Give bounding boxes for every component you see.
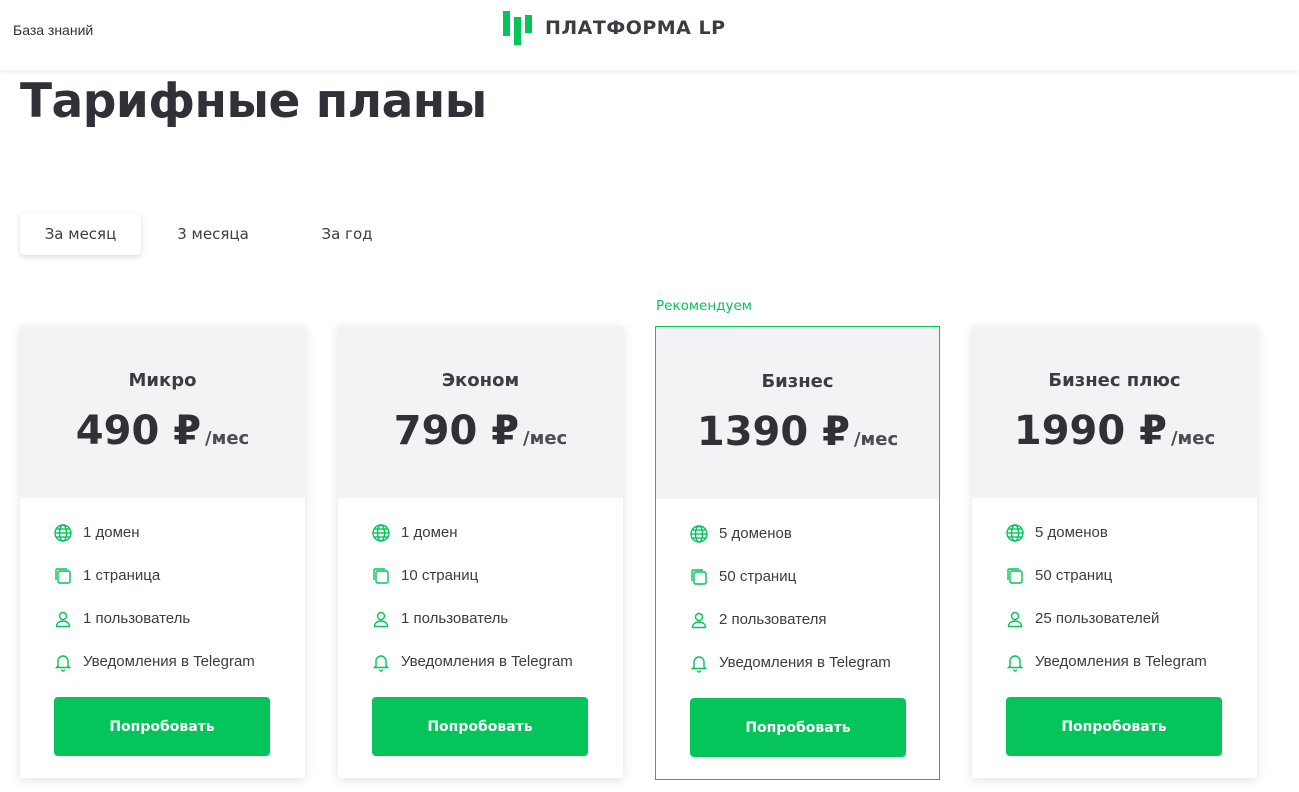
price-period: /мес xyxy=(853,429,899,450)
feature-item: Уведомления в Telegram xyxy=(1005,653,1207,696)
bell-icon xyxy=(689,653,709,673)
platform-logo[interactable]: ПЛАТФОРМА LP xyxy=(503,11,726,45)
price-row: 1990 ₽ /мес xyxy=(972,408,1257,454)
price-row: 1390 ₽ /мес xyxy=(656,409,939,455)
feature-item: 25 пользователей xyxy=(1005,610,1207,653)
knowledge-base-link[interactable]: База знаний xyxy=(13,22,93,38)
bell-icon xyxy=(1005,652,1025,672)
plan-price: 1390 ₽ xyxy=(696,409,850,455)
price-period: /мес xyxy=(205,428,250,449)
plan-card-econom: Эконом 790 ₽ /мес 1 домен 10 страниц 1 п… xyxy=(338,326,623,778)
feature-list: 1 домен 1 страница 1 пользователь Уведом… xyxy=(53,524,255,696)
tab-yearly[interactable]: За год xyxy=(302,213,392,255)
feature-list: 5 доменов 50 страниц 25 пользователей Ув… xyxy=(1005,524,1207,696)
feature-text: 10 страниц xyxy=(401,567,479,584)
feature-text: 5 доменов xyxy=(1035,524,1108,541)
feature-text: 5 доменов xyxy=(719,525,792,542)
plan-name: Бизнес плюс xyxy=(1048,370,1181,391)
feature-item: Уведомления в Telegram xyxy=(689,654,891,697)
feature-item: 1 страница xyxy=(53,567,255,610)
feature-text: Уведомления в Telegram xyxy=(1035,653,1207,670)
plan-card-header: Бизнес 1390 ₽ /мес xyxy=(656,327,939,499)
feature-list: 5 доменов 50 страниц 2 пользователя Увед… xyxy=(689,525,891,697)
plan-card-header: Бизнес плюс 1990 ₽ /мес xyxy=(972,326,1257,498)
feature-item: Уведомления в Telegram xyxy=(53,653,255,696)
globe-icon xyxy=(371,523,391,543)
plan-card-header: Эконом 790 ₽ /мес xyxy=(338,326,623,498)
plan-card-business-plus: Бизнес плюс 1990 ₽ /мес 5 доменов 50 стр… xyxy=(972,326,1257,778)
globe-icon xyxy=(53,523,73,543)
user-icon xyxy=(1005,609,1025,629)
try-button[interactable]: Попробовать xyxy=(54,697,270,756)
plan-name: Микро xyxy=(128,370,197,391)
feature-text: 1 домен xyxy=(83,524,140,541)
price-period: /мес xyxy=(523,428,568,449)
pages-icon xyxy=(1005,566,1025,586)
feature-item: 2 пользователя xyxy=(689,611,891,654)
user-icon xyxy=(53,609,73,629)
try-button[interactable]: Попробовать xyxy=(1006,697,1222,756)
plan-price: 790 ₽ xyxy=(393,408,520,454)
feature-text: 1 домен xyxy=(401,524,458,541)
logo-mark-icon xyxy=(503,11,532,45)
recommended-label: Рекомендуем xyxy=(656,298,752,314)
feature-item: 5 доменов xyxy=(689,525,891,568)
price-period: /мес xyxy=(1170,428,1216,449)
feature-item: Уведомления в Telegram xyxy=(371,653,573,696)
user-icon xyxy=(689,610,709,630)
plan-price: 1990 ₽ xyxy=(1013,408,1167,454)
feature-item: 1 домен xyxy=(371,524,573,567)
price-row: 490 ₽ /мес xyxy=(20,408,305,454)
feature-text: 50 страниц xyxy=(719,568,797,585)
feature-text: 1 пользователь xyxy=(83,610,191,627)
feature-text: Уведомления в Telegram xyxy=(719,654,891,671)
feature-text: Уведомления в Telegram xyxy=(401,653,573,670)
feature-list: 1 домен 10 страниц 1 пользователь Уведом… xyxy=(371,524,573,696)
feature-text: 50 страниц xyxy=(1035,567,1113,584)
globe-icon xyxy=(1005,523,1025,543)
feature-item: 50 страниц xyxy=(689,568,891,611)
page-title: Тарифные планы xyxy=(20,74,487,129)
globe-icon xyxy=(689,524,709,544)
price-row: 790 ₽ /мес xyxy=(338,408,623,454)
try-button[interactable]: Попробовать xyxy=(690,698,906,757)
feature-text: Уведомления в Telegram xyxy=(83,653,255,670)
feature-item: 10 страниц xyxy=(371,567,573,610)
tab-3-months[interactable]: 3 месяца xyxy=(160,213,266,255)
feature-item: 1 пользователь xyxy=(53,610,255,653)
top-header: База знаний ПЛАТФОРМА LP xyxy=(0,0,1299,70)
plan-card-business: Бизнес 1390 ₽ /мес 5 доменов 50 страниц … xyxy=(655,326,940,780)
feature-item: 1 домен xyxy=(53,524,255,567)
bell-icon xyxy=(53,652,73,672)
feature-item: 50 страниц xyxy=(1005,567,1207,610)
tab-monthly[interactable]: За месяц xyxy=(20,213,141,255)
plan-card-micro: Микро 490 ₽ /мес 1 домен 1 страница 1 по… xyxy=(20,326,305,778)
plan-name: Эконом xyxy=(441,370,520,391)
feature-text: 1 пользователь xyxy=(401,610,509,627)
feature-item: 1 пользователь xyxy=(371,610,573,653)
pages-icon xyxy=(689,567,709,587)
plan-price: 490 ₽ xyxy=(75,408,202,454)
pages-icon xyxy=(53,566,73,586)
plan-name: Бизнес xyxy=(761,371,834,392)
pages-icon xyxy=(371,566,391,586)
bell-icon xyxy=(371,652,391,672)
user-icon xyxy=(371,609,391,629)
feature-text: 2 пользователя xyxy=(719,611,827,628)
feature-text: 1 страница xyxy=(83,567,161,584)
logo-text: ПЛАТФОРМА LP xyxy=(545,17,726,39)
try-button[interactable]: Попробовать xyxy=(372,697,588,756)
feature-text: 25 пользователей xyxy=(1035,610,1160,627)
feature-item: 5 доменов xyxy=(1005,524,1207,567)
plan-card-header: Микро 490 ₽ /мес xyxy=(20,326,305,498)
